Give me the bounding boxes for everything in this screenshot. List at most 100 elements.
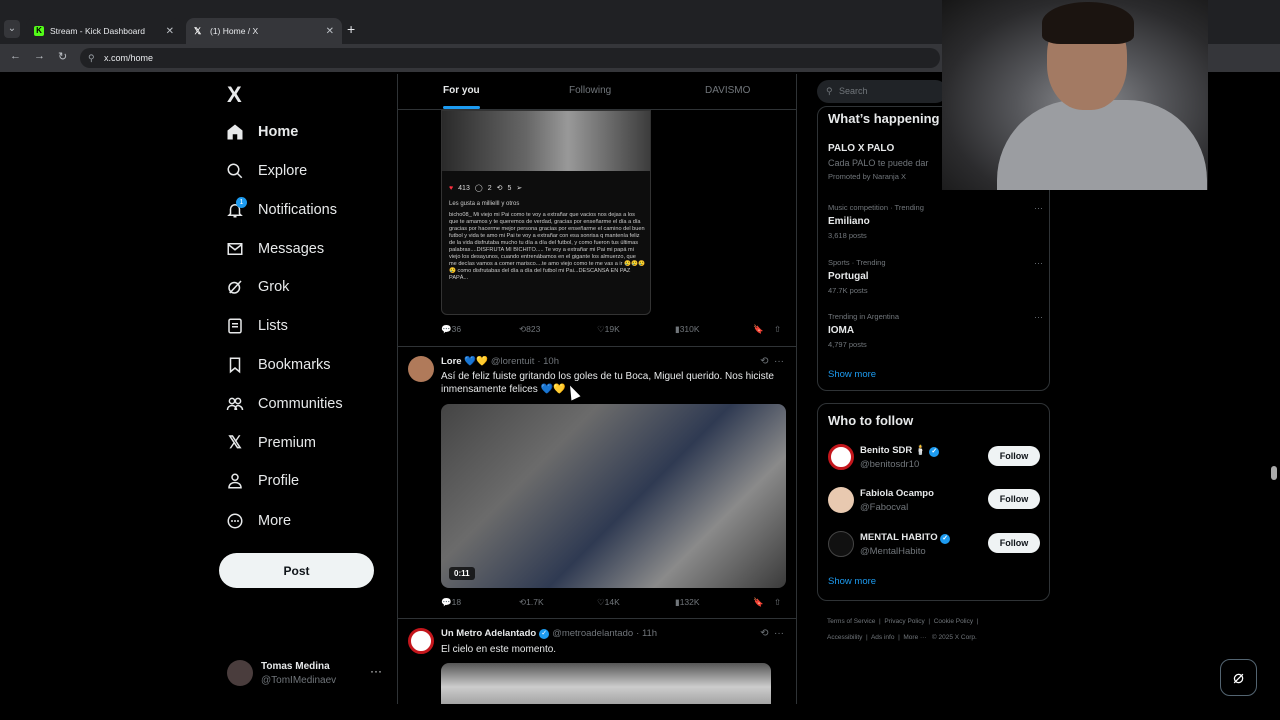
x-logo[interactable]: X (227, 82, 242, 108)
tweet-time[interactable]: · 11h (636, 628, 657, 639)
sidebar-item-messages[interactable]: Messages (226, 235, 324, 263)
tweet[interactable]: Un Metro Adelantado ✓ @metroadelantado ·… (398, 618, 796, 704)
sidebar-item-home[interactable]: Home (226, 118, 298, 146)
more-horizontal-icon[interactable]: ··· (370, 664, 382, 678)
tweet-time[interactable]: · 10h (537, 356, 559, 367)
sidebar-item-label: Communities (258, 396, 343, 412)
trend-context: Sports · Trending (828, 258, 886, 267)
verified-icon: ✓ (539, 628, 550, 639)
share-icon[interactable]: ⇧ (774, 597, 781, 608)
show-more-link[interactable]: Show more (828, 369, 876, 380)
views-button[interactable]: ▮ 132K (675, 597, 700, 608)
author-handle[interactable]: @lorentuit (491, 356, 534, 367)
avatar (828, 487, 854, 513)
user-handle: @Fabocval (860, 502, 909, 513)
like-count: 19K (604, 324, 620, 334)
site-info-icon[interactable]: ⚲ (88, 48, 95, 68)
avatar (828, 444, 854, 470)
back-icon[interactable]: ← (10, 50, 21, 62)
repost-button[interactable]: ⟲ 1.7K (519, 597, 544, 608)
tab-for-you[interactable]: For you (443, 85, 480, 96)
close-icon[interactable]: ✕ (166, 26, 174, 37)
sidebar-item-profile[interactable]: Profile (226, 467, 299, 495)
url-bar[interactable]: ⚲ x.com/home (80, 48, 940, 68)
verified-icon: ✓ (929, 447, 940, 457)
sidebar-item-notifications[interactable]: 1 Notifications (226, 196, 337, 224)
close-icon[interactable]: ✕ (326, 26, 334, 37)
author-name[interactable]: Un Metro Adelantado (441, 628, 536, 639)
trend-item[interactable]: Trending in Argentina IOMA 4,797 posts ·… (828, 312, 1043, 349)
more-horizontal-icon[interactable]: ··· (1034, 203, 1043, 213)
sidebar-item-lists[interactable]: Lists (226, 312, 288, 340)
views-button[interactable]: ▮ 310K (675, 324, 700, 335)
browser-tab-x[interactable]: 𝕏 (1) Home / X ✕ (186, 18, 342, 44)
sidebar-item-more[interactable]: More (226, 507, 291, 535)
reply-count: 18 (451, 597, 462, 607)
tab-following[interactable]: Following (569, 85, 611, 96)
reply-button[interactable]: 💬 18 (441, 597, 461, 608)
embedded-post-stats: ♥ 413 ◯ 2 ⟲ 5 ➢ (449, 184, 522, 193)
avatar[interactable] (408, 356, 434, 382)
suggested-user[interactable]: Benito SDR 🕯️ ✓ @benitosdr10 Follow (828, 444, 1040, 474)
tweet-media[interactable] (441, 663, 771, 704)
footer-link[interactable]: Ads info (871, 634, 895, 641)
forward-icon[interactable]: → (34, 50, 45, 62)
footer-link[interactable]: Cookie Policy (934, 618, 973, 625)
sidebar-item-premium[interactable]: 𝕏 Premium (226, 429, 316, 457)
repost-button[interactable]: ⟲ 823 (519, 324, 540, 335)
more-circle-icon (226, 512, 244, 530)
tab-search-button[interactable]: ⌄ (4, 20, 20, 38)
trend-topic: Portugal (828, 271, 869, 282)
heart-icon: ♥ (449, 184, 454, 192)
post-button[interactable]: Post (219, 553, 374, 588)
sidebar-item-bookmarks[interactable]: Bookmarks (226, 351, 331, 379)
trend-item[interactable]: Sports · Trending Portugal 47.7K posts ·… (828, 258, 1043, 295)
tab-davismo[interactable]: DAVISMO (705, 85, 750, 96)
more-horizontal-icon[interactable]: ··· (1034, 258, 1043, 268)
embedded-likes: 413 (458, 184, 470, 192)
sidebar-item-explore[interactable]: Explore (226, 157, 307, 185)
webcam-body (997, 100, 1207, 190)
follow-button[interactable]: Follow (988, 446, 1040, 466)
tweet-video[interactable]: 0:11 (441, 404, 786, 588)
reload-icon[interactable]: ↻ (58, 50, 67, 63)
reply-button[interactable]: 💬 36 (441, 324, 461, 335)
grok-icon[interactable]: ⌀ (1220, 659, 1257, 696)
footer-link[interactable]: Privacy Policy (884, 618, 924, 625)
more-horizontal-icon[interactable]: ⟲ ··· (760, 356, 784, 367)
suggested-user[interactable]: Fabiola Ocampo @Fabocval Follow (828, 487, 1040, 517)
account-name: Tomas Medina (261, 661, 330, 672)
share-icon[interactable]: ⇧ (774, 324, 781, 335)
browser-tab-kick[interactable]: K Stream - Kick Dashboard ✕ (26, 18, 182, 44)
account-switcher[interactable]: Tomas Medina @TomIMedinaev ··· (227, 660, 387, 690)
follow-button[interactable]: Follow (988, 533, 1040, 553)
trend-item[interactable]: Music competition · Trending Emiliano 3,… (828, 203, 1043, 240)
footer-link[interactable]: Terms of Service (827, 618, 875, 625)
avatar[interactable] (408, 628, 434, 654)
sidebar-item-communities[interactable]: Communities (226, 390, 343, 418)
show-more-link[interactable]: Show more (828, 576, 876, 587)
embedded-caption: bicho08_ Mi viejo mi Pai como te voy a e… (449, 212, 645, 281)
tweet-text: Así de feliz fuiste gritando los goles d… (441, 371, 774, 395)
search-icon (226, 162, 244, 180)
scrollbar-thumb[interactable] (1271, 466, 1277, 480)
like-button[interactable]: ♡ 14K (597, 597, 620, 608)
follow-button[interactable]: Follow (988, 489, 1040, 509)
tweet[interactable]: Lore 💙💛 @lorentuit · 10h ⟲ ··· Así de fe… (398, 346, 796, 618)
like-button[interactable]: ♡ 19K (597, 324, 620, 335)
author-handle[interactable]: @metroadelantado (552, 628, 633, 639)
search-input[interactable]: ⚲ Search (817, 80, 947, 103)
bookmark-icon[interactable]: 🔖 (753, 324, 764, 335)
sidebar-item-grok[interactable]: Grok (226, 273, 289, 301)
author-name[interactable]: Lore 💙💛 (441, 356, 488, 367)
bookmark-icon[interactable]: 🔖 (753, 597, 764, 608)
active-tab-indicator (443, 106, 480, 109)
footer-link[interactable]: More ··· (903, 634, 926, 641)
suggested-user[interactable]: MENTAL HABITO ✓ @MentalHabito Follow (828, 531, 1040, 561)
footer-link[interactable]: Accessibility (827, 634, 862, 641)
post-image[interactable]: ♥ 413 ◯ 2 ⟲ 5 ➢ Les gusta a milliellI y … (441, 110, 651, 315)
who-to-follow-panel: Who to follow Benito SDR 🕯️ ✓ @benitosdr… (817, 403, 1050, 601)
new-tab-button[interactable]: + (347, 21, 355, 37)
more-horizontal-icon[interactable]: ··· (1034, 312, 1043, 322)
more-horizontal-icon[interactable]: ⟲ ··· (760, 628, 784, 639)
